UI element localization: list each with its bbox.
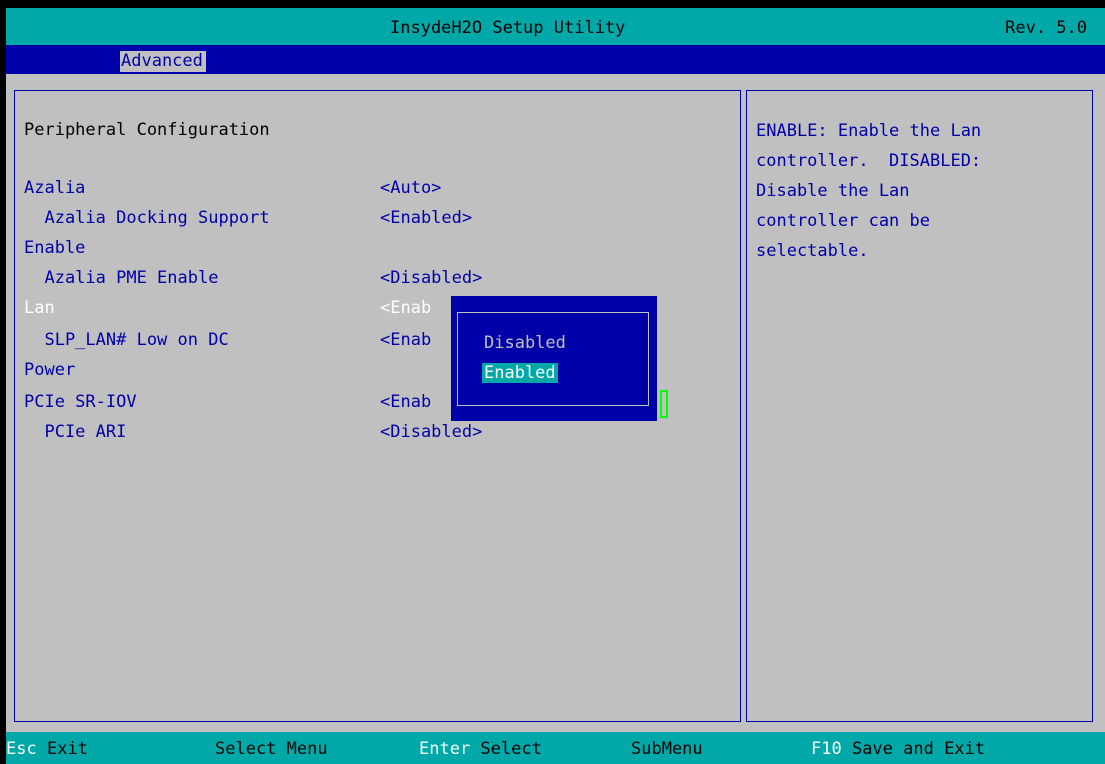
option-popup: Disabled Enabled <box>451 296 657 421</box>
setting-azalia-pme-label[interactable]: Azalia PME Enable <box>24 268 218 288</box>
setting-azalia-label[interactable]: Azalia <box>24 178 85 198</box>
bios-screen: InsydeH2O Setup Utility Rev. 5.0 Advance… <box>6 8 1105 764</box>
setting-slp-lan-label-cont: Power <box>24 360 76 380</box>
title-bar: InsydeH2O Setup Utility Rev. 5.0 <box>6 8 1105 45</box>
section-title: Peripheral Configuration <box>24 120 270 140</box>
setting-pcie-ari-value[interactable]: <Disabled> <box>380 422 482 442</box>
setting-azalia-value[interactable]: <Auto> <box>380 178 441 198</box>
status-enter-key: Enter <box>419 739 471 759</box>
status-f10-key: F10 <box>811 739 842 759</box>
setting-azalia-docking-label-cont: Enable <box>24 238 86 258</box>
menu-bar: Advanced <box>6 45 1105 74</box>
setting-pcie-sriov-label[interactable]: PCIe SR-IOV <box>24 392 137 412</box>
setting-lan-label[interactable]: Lan <box>24 298 55 318</box>
tab-advanced[interactable]: Advanced <box>120 51 206 72</box>
setting-azalia-pme-value[interactable]: <Disabled> <box>380 268 482 288</box>
option-disabled[interactable]: Disabled <box>482 333 568 353</box>
status-f10-label: Save and Exit <box>841 739 986 759</box>
setting-lan-value[interactable]: <Enab <box>380 298 431 318</box>
text-cursor <box>660 390 668 418</box>
status-bar: Esc Exit Select Menu Enter Select SubMen… <box>6 732 1105 764</box>
status-esc-key: Esc <box>6 739 37 759</box>
help-text: ENABLE: Enable the Lan controller. DISAB… <box>756 121 982 261</box>
status-enter: Enter Select <box>419 739 542 759</box>
setting-slp-lan-label[interactable]: SLP_LAN# Low on DC <box>24 330 228 350</box>
help-panel: ENABLE: Enable the Lan controller. DISAB… <box>746 90 1093 722</box>
status-esc-label: Exit <box>36 739 88 759</box>
app-title: InsydeH2O Setup Utility <box>390 18 626 38</box>
setting-slp-lan-value[interactable]: <Enab <box>380 330 431 350</box>
setting-pcie-sriov-value[interactable]: <Enab <box>380 392 431 412</box>
option-enabled[interactable]: Enabled <box>482 363 558 383</box>
popup-border: Disabled Enabled <box>457 312 649 406</box>
status-esc: Esc Exit <box>6 739 88 759</box>
setting-azalia-docking-value[interactable]: <Enabled> <box>380 208 472 228</box>
status-submenu: SubMenu <box>631 739 703 759</box>
setting-pcie-ari-label[interactable]: PCIe ARI <box>24 422 126 442</box>
status-enter-label: Select <box>470 739 542 759</box>
status-f10: F10 Save and Exit <box>811 739 985 759</box>
status-select-menu: Select Menu <box>215 739 328 759</box>
setting-azalia-docking-label[interactable]: Azalia Docking Support <box>24 208 269 228</box>
revision-label: Rev. 5.0 <box>1005 18 1087 38</box>
